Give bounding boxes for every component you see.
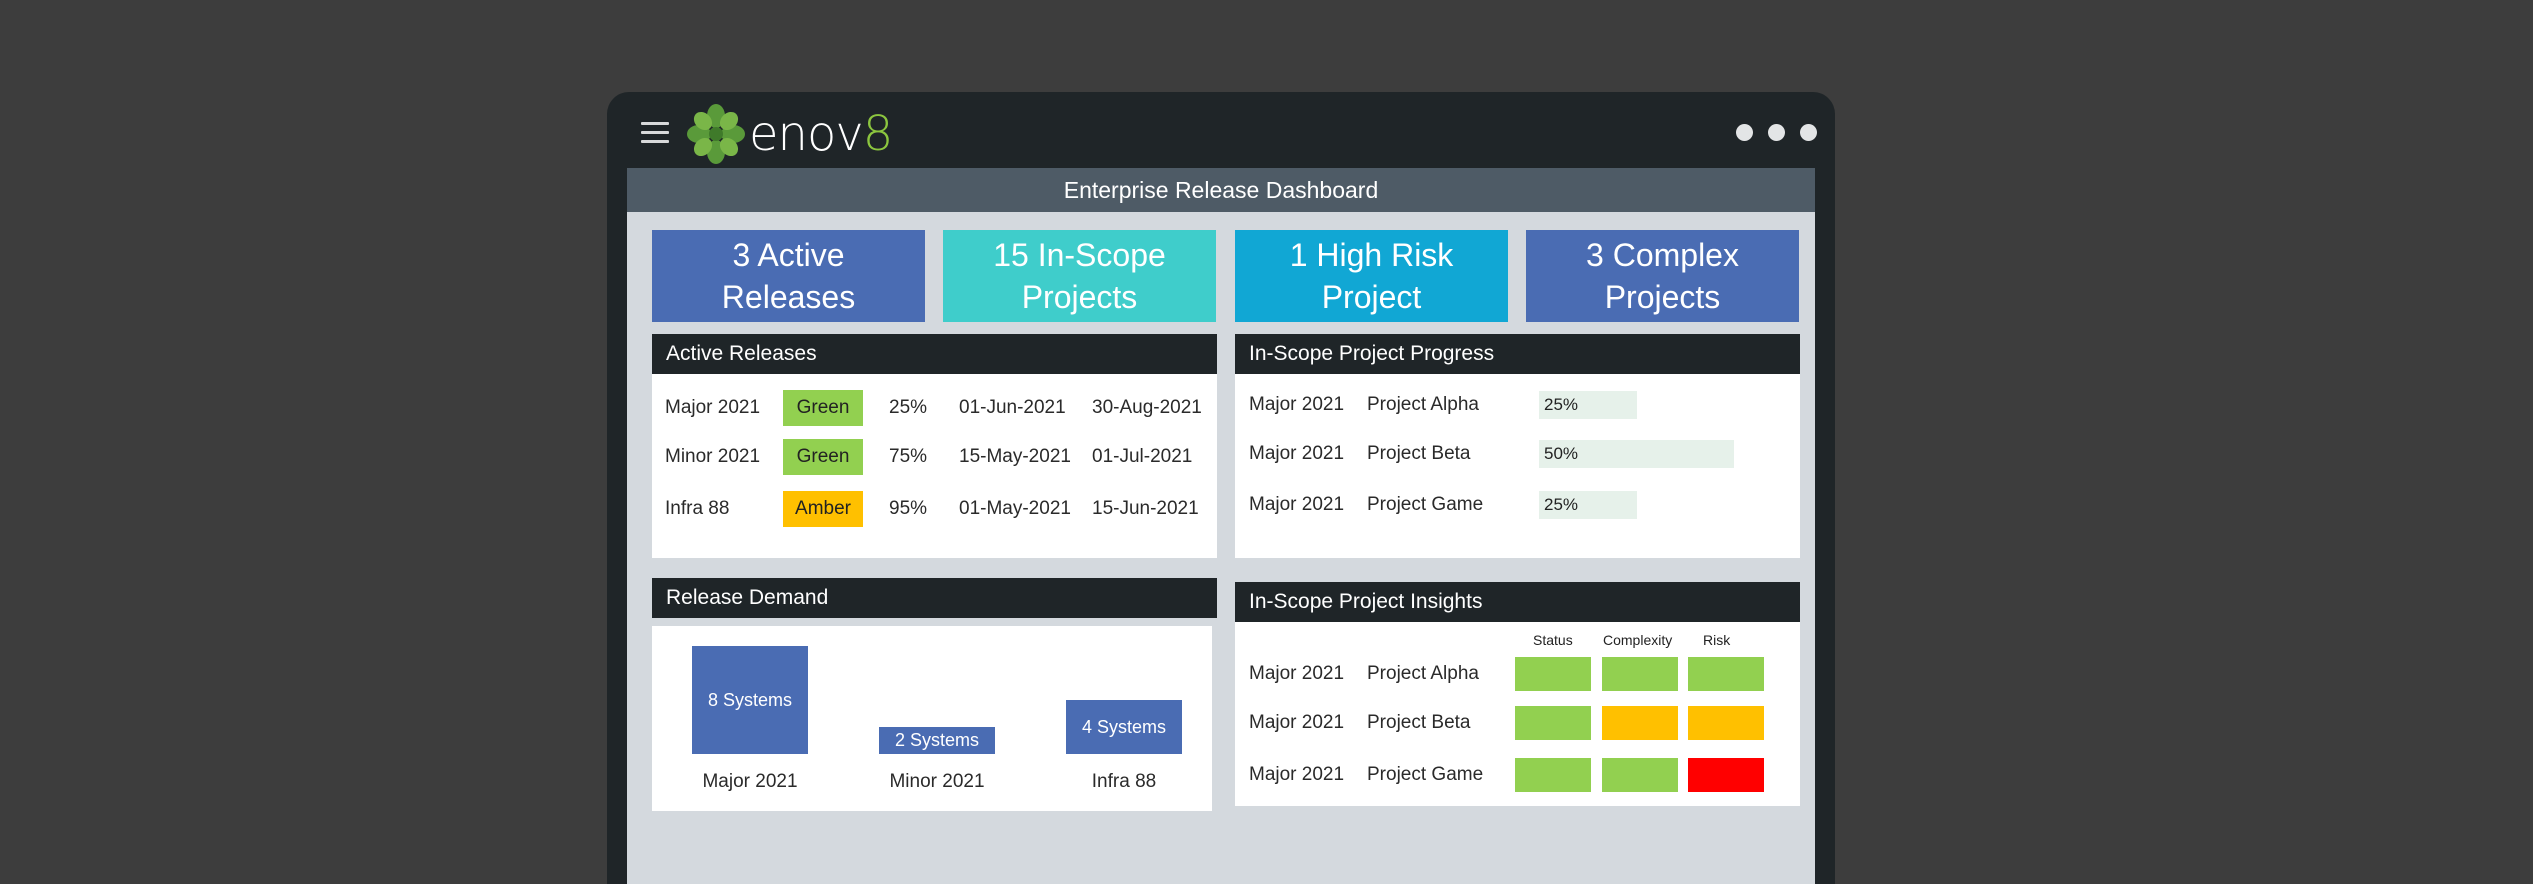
- project-name: Project Alpha: [1367, 663, 1479, 684]
- status-indicator: [1515, 706, 1591, 740]
- risk-indicator: [1688, 706, 1764, 740]
- progress-bar: 25%: [1539, 391, 1637, 419]
- risk-indicator: [1688, 758, 1764, 792]
- app-window: enov8 Enterprise Release Dashboard 3 Act…: [607, 92, 1835, 884]
- table-row[interactable]: Major 2021 Green 25% 01-Jun-2021 30-Aug-…: [652, 388, 1217, 428]
- insight-row[interactable]: Major 2021 Project Game: [1235, 755, 1800, 795]
- dashboard-screen: Enterprise Release Dashboard 3 Active Rel…: [627, 168, 1815, 884]
- progress-label: 25%: [1544, 495, 1579, 514]
- project-progress-panel: In-Scope Project Progress Major 2021 Pro…: [1235, 334, 1800, 558]
- table-row[interactable]: Infra 88 Amber 95% 01-May-2021 15-Jun-20…: [652, 489, 1217, 529]
- progress-label: 25%: [1544, 395, 1579, 414]
- bar-category-label: Minor 2021: [889, 771, 985, 792]
- panel-title: In-Scope Project Progress: [1235, 334, 1800, 374]
- chart-bar[interactable]: 4 Systems: [1066, 700, 1182, 754]
- table-row[interactable]: Minor 2021 Green 75% 15-May-2021 01-Jul-…: [652, 437, 1217, 477]
- status-badge: Green: [783, 439, 863, 475]
- kpi-high-risk-project[interactable]: 1 High Risk Project: [1235, 230, 1508, 322]
- bar-data-label: 4 Systems: [1081, 716, 1167, 737]
- status-indicator: [1515, 657, 1591, 691]
- progress-label: 50%: [1544, 444, 1579, 463]
- column-header-complexity: Complexity: [1603, 632, 1673, 648]
- project-insights-panel: In-Scope Project Insights Status Complex…: [1235, 582, 1800, 806]
- panel-title: In-Scope Project Insights: [1235, 582, 1800, 622]
- kpi-active-releases[interactable]: 3 Active Releases: [652, 230, 925, 322]
- insight-row[interactable]: Major 2021 Project Beta: [1235, 703, 1800, 743]
- column-header-risk: Risk: [1703, 632, 1731, 648]
- release-demand-chart: 8 Systems Major 2021 2 Systems Minor 2021 4 …: [652, 626, 1212, 811]
- kpi-complex-projects[interactable]: 3 Complex Projects: [1526, 230, 1799, 322]
- progress-row[interactable]: Major 2021 Project Beta 50%: [1235, 434, 1800, 474]
- release-name: Major 2021: [1249, 712, 1345, 733]
- release-name: Minor 2021: [665, 446, 761, 467]
- enov8-logo: enov8: [687, 100, 893, 168]
- dashboard-title: Enterprise Release Dashboard: [627, 168, 1815, 212]
- release-end-date: 01-Jul-2021: [1092, 446, 1193, 467]
- release-end-date: 30-Aug-2021: [1092, 397, 1202, 418]
- release-start-date: 01-Jun-2021: [959, 397, 1066, 418]
- kpi-in-scope-projects[interactable]: 15 In-Scope Projects: [943, 230, 1216, 322]
- release-percent: 95%: [889, 498, 928, 519]
- release-name: Major 2021: [1249, 494, 1345, 515]
- window-dot-icon[interactable]: [1768, 124, 1785, 141]
- progress-row[interactable]: Major 2021 Project Alpha 25%: [1235, 385, 1800, 425]
- release-demand-panel: Release Demand 8 Systems Major 2021 2 Syst…: [652, 578, 1217, 818]
- status-indicator: [1515, 758, 1591, 792]
- release-name: Major 2021: [1249, 394, 1345, 415]
- logo-wordmark: enov8: [749, 106, 893, 162]
- window-controls: [1736, 124, 1817, 141]
- release-start-date: 01-May-2021: [959, 498, 1071, 519]
- status-badge: Green: [783, 390, 863, 426]
- bar-data-label: 2 Systems: [894, 730, 980, 750]
- complexity-indicator: [1602, 706, 1678, 740]
- release-end-date: 15-Jun-2021: [1092, 498, 1199, 519]
- window-dot-icon[interactable]: [1800, 124, 1817, 141]
- panel-title: Active Releases: [652, 334, 1217, 374]
- complexity-indicator: [1602, 758, 1678, 792]
- project-name: Project Game: [1367, 764, 1484, 785]
- project-name: Project Beta: [1367, 712, 1471, 733]
- release-name: Major 2021: [665, 397, 761, 418]
- risk-indicator: [1688, 657, 1764, 691]
- column-header-status: Status: [1533, 632, 1573, 648]
- bar-data-label: 8 Systems: [707, 689, 793, 710]
- progress-bar: 50%: [1539, 440, 1734, 468]
- progress-bar: 25%: [1539, 491, 1637, 519]
- chart-bar[interactable]: 2 Systems: [879, 727, 995, 754]
- insight-row[interactable]: Major 2021 Project Alpha: [1235, 654, 1800, 694]
- release-name: Infra 88: [665, 498, 730, 519]
- release-start-date: 15-May-2021: [959, 446, 1071, 467]
- hamburger-menu-icon[interactable]: [641, 122, 669, 146]
- project-name: Project Beta: [1367, 443, 1471, 464]
- project-name: Project Alpha: [1367, 394, 1479, 415]
- bar-category-label: Major 2021: [702, 771, 798, 792]
- complexity-indicator: [1602, 657, 1678, 691]
- project-name: Project Game: [1367, 494, 1484, 515]
- window-dot-icon[interactable]: [1736, 124, 1753, 141]
- progress-row[interactable]: Major 2021 Project Game 25%: [1235, 485, 1800, 525]
- flower-logo-icon: [687, 104, 745, 164]
- active-releases-panel: Active Releases Major 2021 Green 25% 01-…: [652, 334, 1217, 558]
- release-percent: 75%: [889, 446, 928, 467]
- release-name: Major 2021: [1249, 663, 1345, 684]
- bar-category-label: Infra 88: [1091, 771, 1157, 792]
- release-name: Major 2021: [1249, 443, 1345, 464]
- release-name: Major 2021: [1249, 764, 1345, 785]
- panel-title: Release Demand: [652, 578, 1217, 618]
- release-percent: 25%: [889, 397, 928, 418]
- chart-bar[interactable]: 8 Systems: [692, 646, 808, 754]
- status-badge: Amber: [783, 491, 863, 527]
